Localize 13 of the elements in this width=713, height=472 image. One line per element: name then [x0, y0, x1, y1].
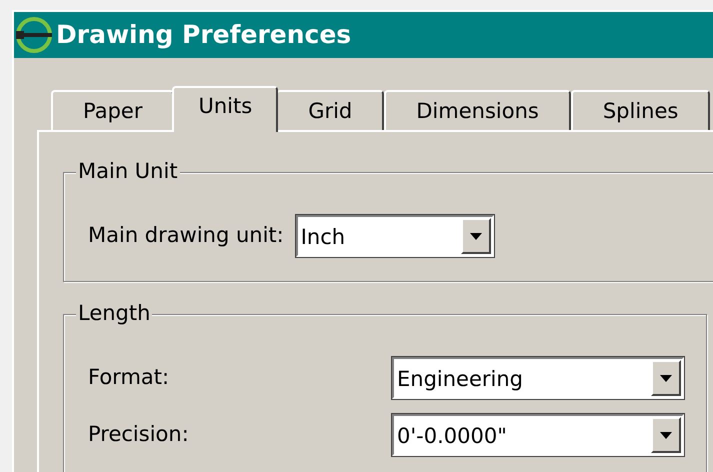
- tab[interactable]: Splines: [570, 90, 710, 130]
- field-label: Precision:: [88, 421, 189, 448]
- tab[interactable]: Paper: [51, 90, 174, 130]
- field-label: Main drawing unit:: [88, 222, 284, 250]
- tab[interactable]: Units: [172, 86, 278, 132]
- tab[interactable]: Dimensions: [384, 90, 571, 130]
- dropdown[interactable]: Engineering: [392, 357, 684, 399]
- window-title: Drawing Preferences: [56, 19, 352, 52]
- dropdown[interactable]: Inch: [296, 215, 494, 257]
- dropdown[interactable]: 0'-0.0000": [392, 414, 684, 456]
- tab[interactable]: Grid: [276, 90, 384, 130]
- field-label: Format:: [88, 364, 170, 392]
- app-logo-icon: [14, 15, 54, 55]
